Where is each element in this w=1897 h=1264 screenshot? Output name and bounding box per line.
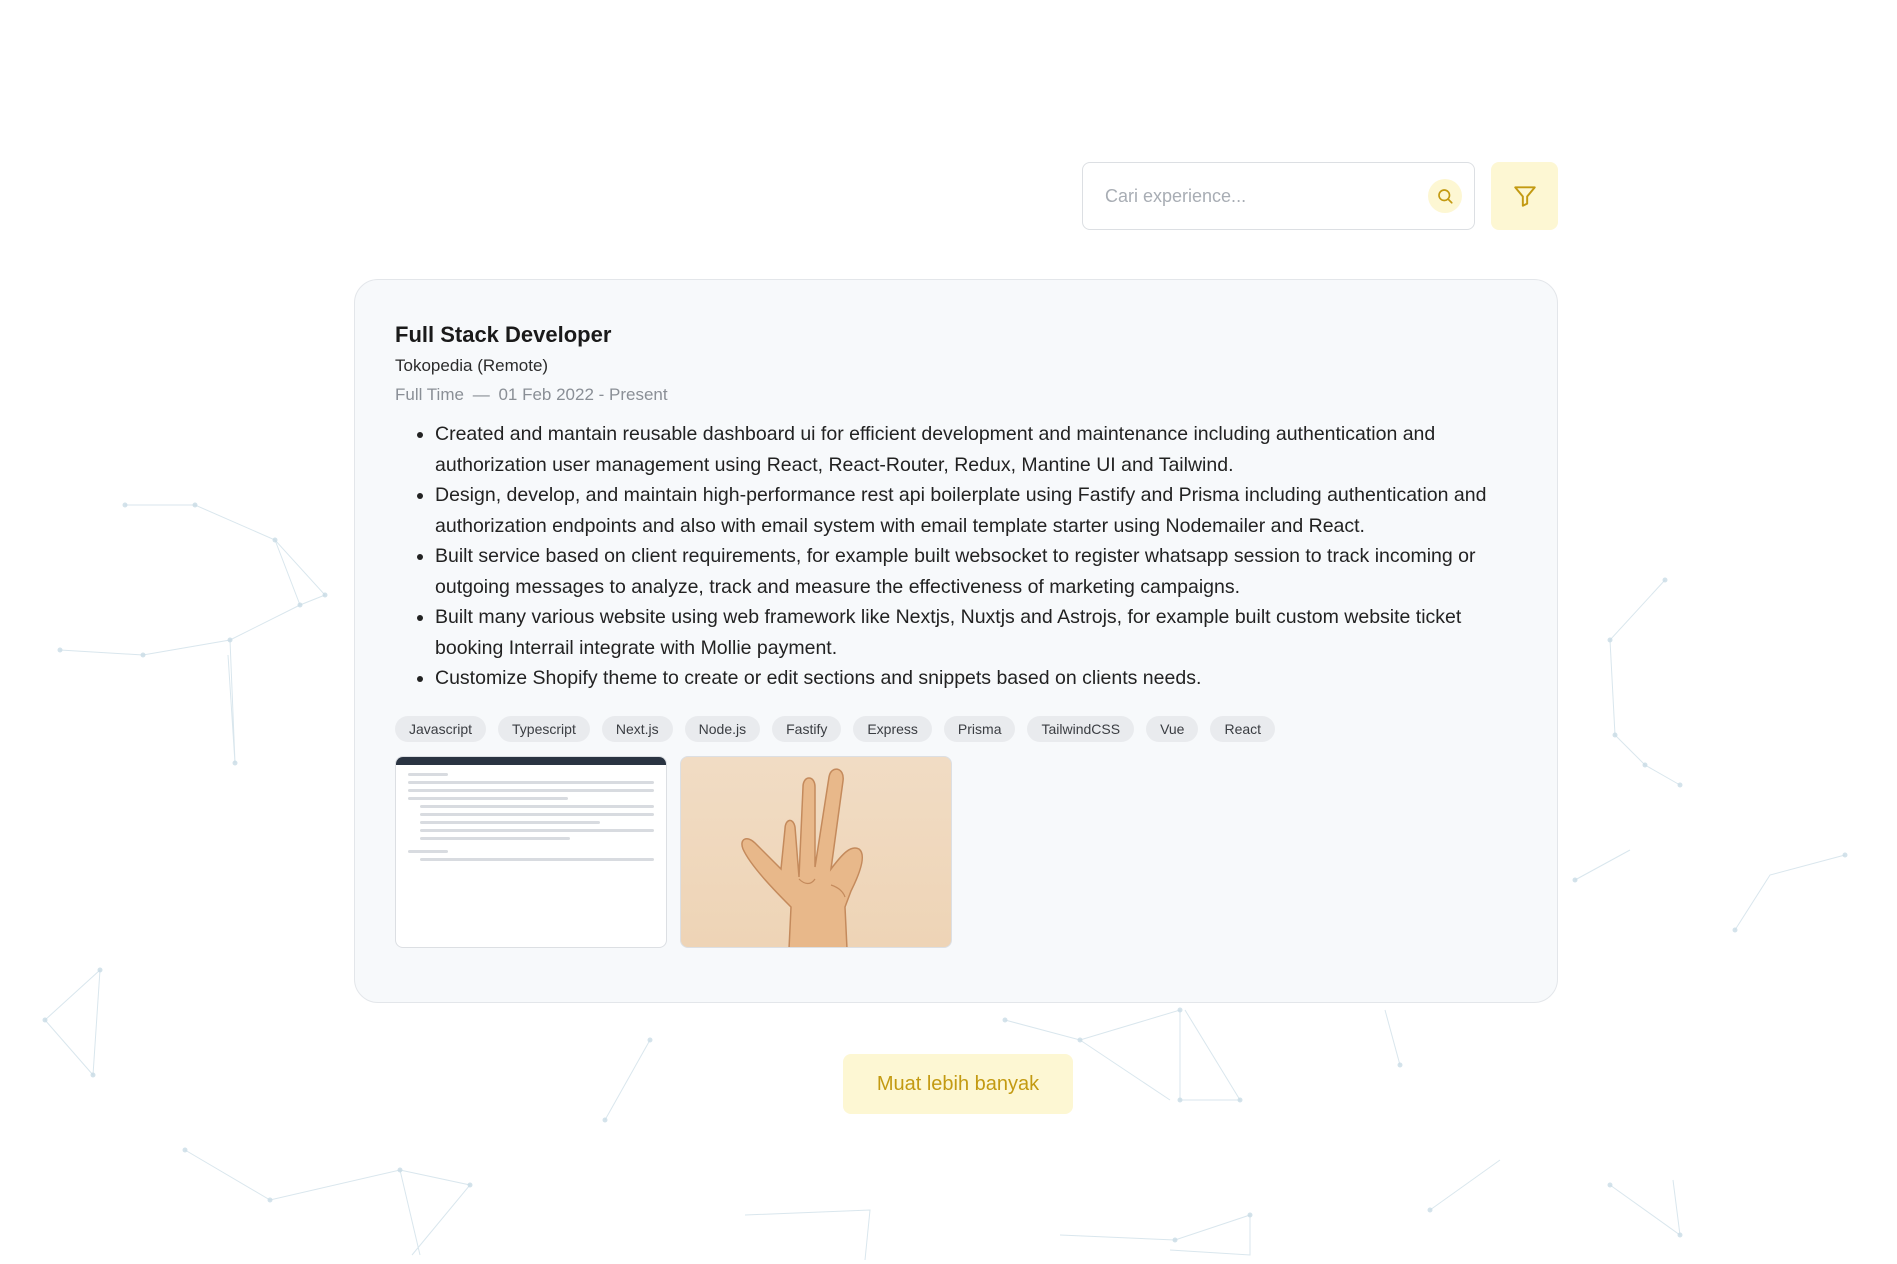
tag-prisma[interactable]: Prisma <box>943 715 1016 742</box>
document-line <box>420 812 654 816</box>
experience-gallery <box>395 755 1517 948</box>
tag-vue[interactable]: Vue <box>1146 715 1199 742</box>
tag-typescript[interactable]: Typescript <box>498 715 590 742</box>
document-line <box>408 788 654 792</box>
tag-javascript[interactable]: Javascript <box>395 715 487 742</box>
responsibility-item: Built many various website using web fra… <box>435 602 1517 663</box>
responsibility-item: Design, develop, and maintain high-perfo… <box>435 480 1517 541</box>
document-line <box>420 820 600 824</box>
document-line <box>420 857 654 861</box>
document-line <box>408 780 654 784</box>
tag-nodejs[interactable]: Node.js <box>684 715 761 742</box>
responsibility-item: Customize Shopify theme to create or edi… <box>435 663 1517 694</box>
search-icon <box>1438 189 1453 204</box>
tag-react[interactable]: React <box>1210 715 1276 742</box>
document-header-bar <box>396 756 666 765</box>
employment-meta: Full Time — 01 Feb 2022 - Present <box>395 385 1517 405</box>
meta-separator: — <box>472 385 490 404</box>
search-input[interactable] <box>1105 185 1428 207</box>
responsibilities-list: Created and mantain reusable dashboard u… <box>395 419 1517 694</box>
peace-hand-illustration <box>741 768 863 947</box>
document-line <box>420 804 654 808</box>
load-more-button[interactable]: Muat lebih banyak <box>843 1054 1073 1114</box>
gallery-image-hand[interactable] <box>680 755 952 948</box>
responsibility-item: Created and mantain reusable dashboard u… <box>435 419 1517 480</box>
tag-nextjs[interactable]: Next.js <box>601 715 673 742</box>
tag-express[interactable]: Express <box>853 715 932 742</box>
experience-page: Full Stack Developer Tokopedia (Remote) … <box>0 0 1897 1264</box>
filter-button[interactable] <box>1491 162 1558 230</box>
document-line <box>408 772 448 776</box>
document-line <box>408 849 448 853</box>
document-line <box>408 796 568 800</box>
experience-card: Full Stack Developer Tokopedia (Remote) … <box>354 279 1558 1003</box>
tag-fastify[interactable]: Fastify <box>772 715 842 742</box>
responsibility-item: Built service based on client requiremen… <box>435 541 1517 602</box>
document-line <box>420 836 570 840</box>
filter-icon <box>1513 186 1536 207</box>
employment-type: Full Time <box>395 385 464 404</box>
company-name: Tokopedia (Remote) <box>395 356 549 375</box>
job-title: Full Stack Developer <box>395 322 612 347</box>
search-button[interactable] <box>1428 179 1462 213</box>
gallery-image-document[interactable] <box>395 755 667 948</box>
search-bar <box>1082 162 1475 230</box>
employment-period: 01 Feb 2022 - Present <box>498 385 668 404</box>
tech-tags: Javascript Typescript Next.js Node.js Fa… <box>395 715 1517 742</box>
document-line <box>420 828 654 832</box>
tag-tailwindcss[interactable]: TailwindCSS <box>1027 715 1135 742</box>
